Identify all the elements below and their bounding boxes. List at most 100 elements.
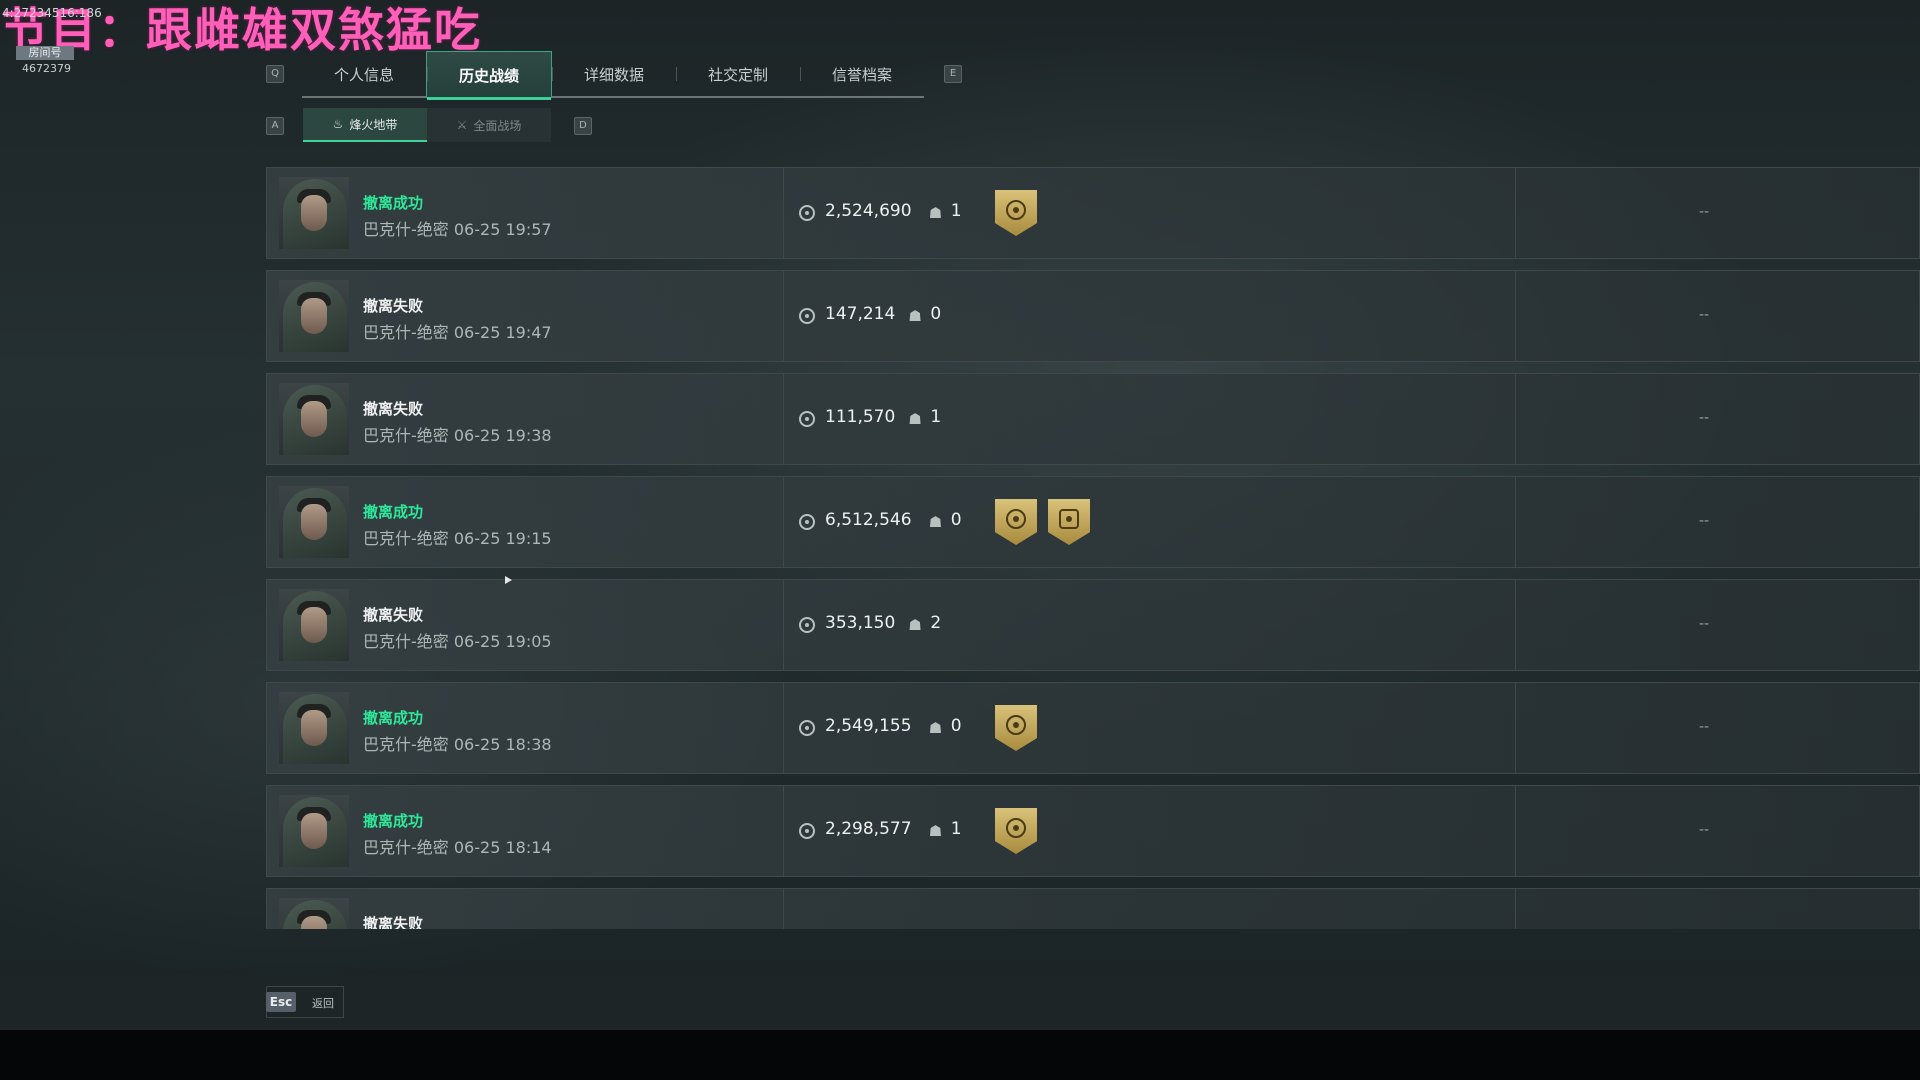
extract-medal-icon[interactable] [995,190,1037,236]
extra-info: -- [1699,719,1710,735]
map-and-time: 巴克什-绝密 06-25 18:38 [363,731,552,755]
value-coin-icon [799,514,815,530]
subtab-warfare[interactable]: ⚔ 全面战场 [427,108,551,142]
tab-credit-profile[interactable]: 信誉档案 [800,52,924,96]
kill-count: 1 [930,407,942,427]
subtab-prev-key[interactable]: A [266,117,284,135]
row-divider [783,580,784,670]
extraction-status: 撤离失败 [363,606,424,624]
tab-match-history[interactable]: 历史战绩 [426,51,552,100]
loot-value: 2,524,690 [825,201,912,221]
tab-detailed-data[interactable]: 详细数据 [552,52,676,96]
operator-avatar [279,486,349,558]
match-time: 06-25 19:05 [453,632,552,651]
subtab-operations-label: 烽火地带 [349,117,398,132]
map-and-time: 巴克什-绝密 06-25 18:14 [363,834,552,858]
match-time: 06-25 19:57 [453,220,552,239]
room-badge: 房间号 [16,46,74,60]
match-record-row[interactable]: 撤离成功 巴克什-绝密 06-25 18:38 2,549,155 ☗ 0 -- [266,682,1920,774]
match-history-list[interactable]: 撤离成功 巴克什-绝密 06-25 19:57 2,524,690 ☗ 1 --… [266,167,1920,929]
mouse-cursor-icon [505,576,512,584]
map-name: 巴克什-绝密 [363,529,449,548]
stream-overlay-code: 4:27234516:186 [2,6,102,20]
extraction-status: 撤离失败 [363,297,424,315]
match-record-row[interactable]: 撤离成功 巴克什-绝密 06-25 18:14 2,298,577 ☗ 1 -- [266,785,1920,877]
letterbox-bottom [0,1030,1920,1080]
loot-value: 353,150 [825,613,896,633]
extract-medal-icon[interactable] [995,808,1037,854]
operator-avatar [279,692,349,764]
extraction-status: 撤离失败 [363,400,424,418]
row-divider [783,168,784,258]
operator-avatar [279,589,349,661]
skull-icon: ☗ [928,719,943,737]
skull-icon: ☗ [908,616,922,634]
map-name: 巴克什-绝密 [363,323,449,342]
match-record-row[interactable]: 撤离失败 [266,888,1920,929]
map-name: 巴克什-绝密 [363,426,449,445]
match-record-row[interactable]: 撤离成功 巴克什-绝密 06-25 19:15 6,512,546 ☗ 0 -- [266,476,1920,568]
row-divider [1515,683,1516,773]
extract-medal-icon[interactable] [995,705,1037,751]
row-divider [783,683,784,773]
extra-info: -- [1699,822,1710,838]
match-record-row[interactable]: 撤离失败 巴克什-绝密 06-25 19:38 111,570 ☗ 1 -- [266,373,1920,465]
tab-social-custom[interactable]: 社交定制 [676,52,800,96]
tab-personal-info[interactable]: 个人信息 [302,52,426,96]
row-divider [1515,786,1516,876]
operations-mode-icon: ♨ [332,117,344,131]
skull-icon: ☗ [928,204,943,222]
warfare-mode-icon: ⚔ [456,118,468,132]
extraction-status: 撤离成功 [363,503,424,521]
match-record-row[interactable]: 撤离成功 巴克什-绝密 06-25 19:57 2,524,690 ☗ 1 -- [266,167,1920,259]
row-divider [783,374,784,464]
mode-subtabs: ♨ 烽火地带 ⚔ 全面战场 [303,108,551,142]
tab-next-key[interactable]: E [944,65,962,83]
esc-key[interactable]: Esc [266,992,296,1012]
match-time: 06-25 19:47 [453,323,552,342]
row-divider [783,477,784,567]
row-divider [1515,271,1516,361]
operator-avatar [279,795,349,867]
map-and-time: 巴克什-绝密 06-25 19:15 [363,525,552,549]
wealth-medal-icon[interactable] [1048,499,1090,545]
kill-count: 1 [950,819,962,839]
value-coin-icon [799,823,815,839]
operator-avatar [279,280,349,352]
loot-value: 6,512,546 [825,510,912,530]
extra-info: -- [1699,410,1710,426]
extraction-status: 撤离成功 [363,812,424,830]
match-time: 06-25 18:38 [453,735,552,754]
map-name: 巴克什-绝密 [363,735,449,754]
subtab-next-key[interactable]: D [574,117,592,135]
extraction-status: 撤离成功 [363,709,424,727]
extra-info: -- [1699,616,1710,632]
back-label[interactable]: 返回 [312,995,334,1011]
map-and-time: 巴克什-绝密 06-25 19:05 [363,628,552,652]
loot-value: 2,549,155 [825,716,912,736]
loot-value: 111,570 [825,407,896,427]
value-coin-icon [799,411,815,427]
value-coin-icon [799,617,815,633]
match-time: 06-25 19:38 [453,426,552,445]
map-name: 巴克什-绝密 [363,220,449,239]
kill-count: 0 [950,716,962,736]
room-id: 4672379 [22,62,71,75]
loot-value: 147,214 [825,304,896,324]
row-divider [783,786,784,876]
match-record-row[interactable]: 撤离失败 巴克什-绝密 06-25 19:05 353,150 ☗ 2 -- [266,579,1920,671]
map-name: 巴克什-绝密 [363,838,449,857]
extraction-status: 撤离失败 [363,915,424,929]
kill-count: 2 [930,613,942,633]
subtab-operations[interactable]: ♨ 烽火地带 [303,108,427,142]
row-divider [1515,477,1516,567]
subtab-warfare-label: 全面战场 [473,118,522,133]
value-coin-icon [799,720,815,736]
skull-icon: ☗ [908,410,922,428]
extract-medal-icon[interactable] [995,499,1037,545]
tab-prev-key[interactable]: Q [266,65,284,83]
map-name: 巴克什-绝密 [363,632,449,651]
extraction-status: 撤离成功 [363,194,424,212]
match-record-row[interactable]: 撤离失败 巴克什-绝密 06-25 19:47 147,214 ☗ 0 -- [266,270,1920,362]
operator-avatar [279,898,349,929]
